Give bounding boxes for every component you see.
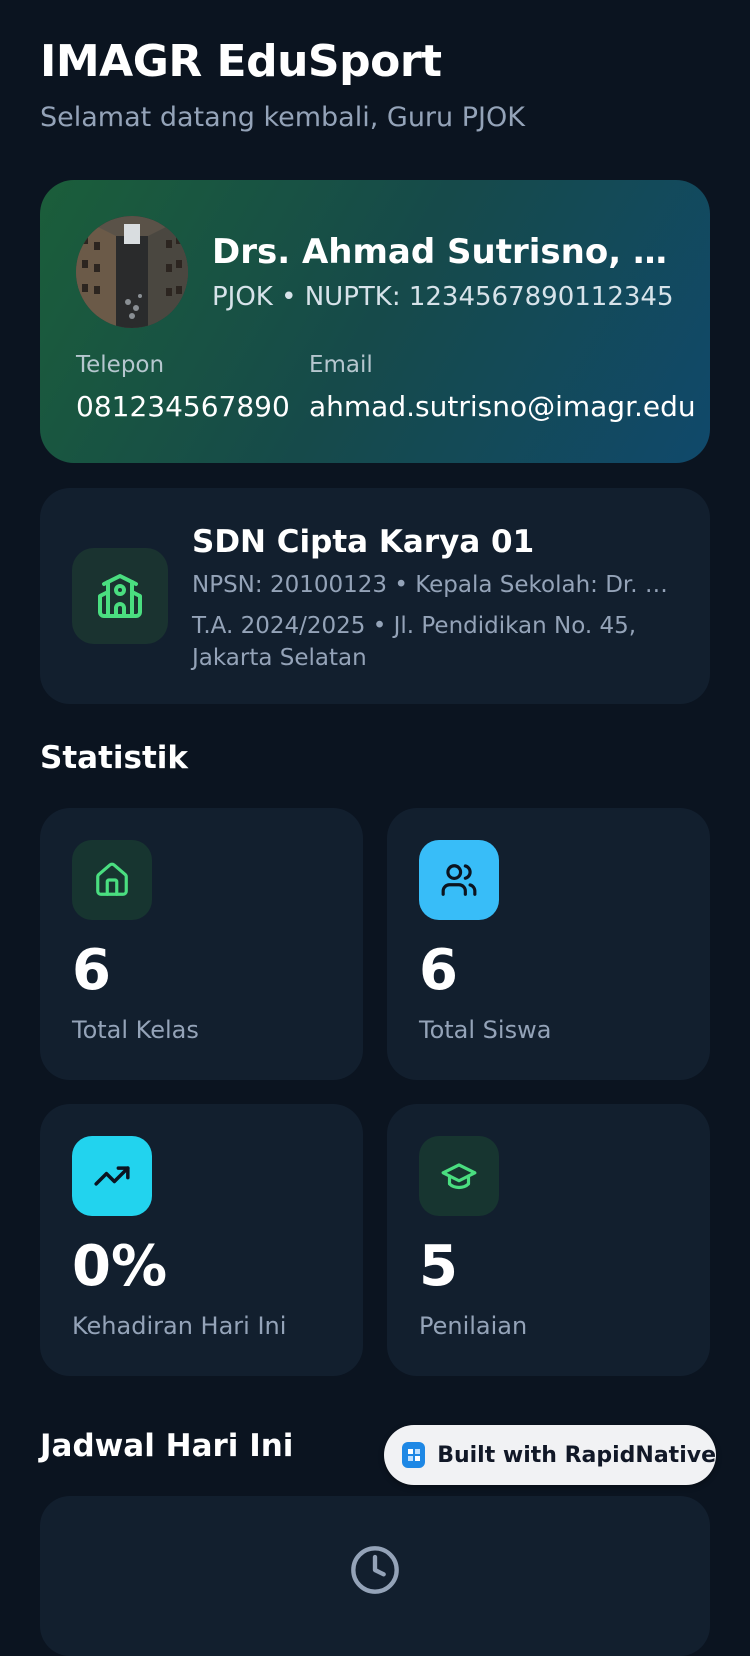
avatar[interactable]	[76, 216, 188, 328]
stat-label: Total Siswa	[419, 1016, 552, 1044]
school-npsn-principal: NPSN: 20100123 • Kepala Sekolah: Dr. Ba.…	[192, 572, 672, 598]
stat-card-total-siswa[interactable]: 6 Total Siswa	[387, 808, 710, 1080]
badge-label: Built with RapidNative	[437, 1442, 716, 1468]
school-info-card[interactable]: SDN Cipta Karya 01 NPSN: 20100123 • Kepa…	[40, 488, 710, 704]
teacher-profile-card[interactable]: Drs. Ahmad Sutrisno, S.... PJOK • NUPTK:…	[40, 180, 710, 463]
home-icon	[96, 862, 128, 896]
teacher-role: PJOK • NUPTK: 1234567890112345	[212, 282, 674, 312]
phone-value: 081234567890	[76, 390, 290, 423]
stat-label: Total Kelas	[72, 1016, 199, 1044]
stat-card-penilaian[interactable]: 5 Penilaian	[387, 1104, 710, 1376]
users-icon	[441, 864, 477, 896]
schedule-card[interactable]	[40, 1496, 710, 1656]
built-with-badge[interactable]: Built with RapidNative	[384, 1425, 716, 1485]
school-icon-container	[72, 548, 168, 644]
stat-value: 6	[419, 938, 458, 1003]
email-value: ahmad.sutrisno@imagr.edu	[309, 390, 696, 423]
phone-label: Telepon	[76, 352, 165, 378]
stat-icon-box	[72, 1136, 152, 1216]
trending-up-icon	[94, 1166, 130, 1186]
email-label: Email	[309, 352, 373, 378]
school-name: SDN Cipta Karya 01	[192, 524, 535, 560]
statistics-title: Statistik	[40, 740, 189, 776]
graduation-cap-icon	[441, 1163, 477, 1190]
stat-label: Penilaian	[419, 1312, 528, 1340]
avatar-photo-icon	[76, 216, 188, 328]
stat-value: 5	[419, 1234, 458, 1299]
stat-icon-box	[419, 840, 499, 920]
school-icon	[98, 574, 142, 618]
app-title: IMAGR EduSport	[40, 36, 442, 87]
stat-card-total-kelas[interactable]: 6 Total Kelas	[40, 808, 363, 1080]
stat-value: 0%	[72, 1234, 168, 1299]
stat-card-kehadiran[interactable]: 0% Kehadiran Hari Ini	[40, 1104, 363, 1376]
school-year-address: T.A. 2024/2025 • Jl. Pendidikan No. 45, …	[192, 613, 637, 671]
rapidnative-logo-icon	[402, 1442, 426, 1468]
stat-icon-box	[72, 840, 152, 920]
schedule-title: Jadwal Hari Ini	[40, 1428, 294, 1464]
rapidnative-mark-icon	[407, 1449, 420, 1461]
home-screen: IMAGR EduSport Selamat datang kembali, G…	[0, 0, 750, 1656]
teacher-name: Drs. Ahmad Sutrisno, S....	[212, 232, 672, 272]
stat-icon-box	[419, 1136, 499, 1216]
clock-icon	[351, 1546, 399, 1594]
stat-label: Kehadiran Hari Ini	[72, 1312, 287, 1340]
stat-value: 6	[72, 938, 111, 1003]
welcome-subtitle: Selamat datang kembali, Guru PJOK	[40, 102, 525, 133]
